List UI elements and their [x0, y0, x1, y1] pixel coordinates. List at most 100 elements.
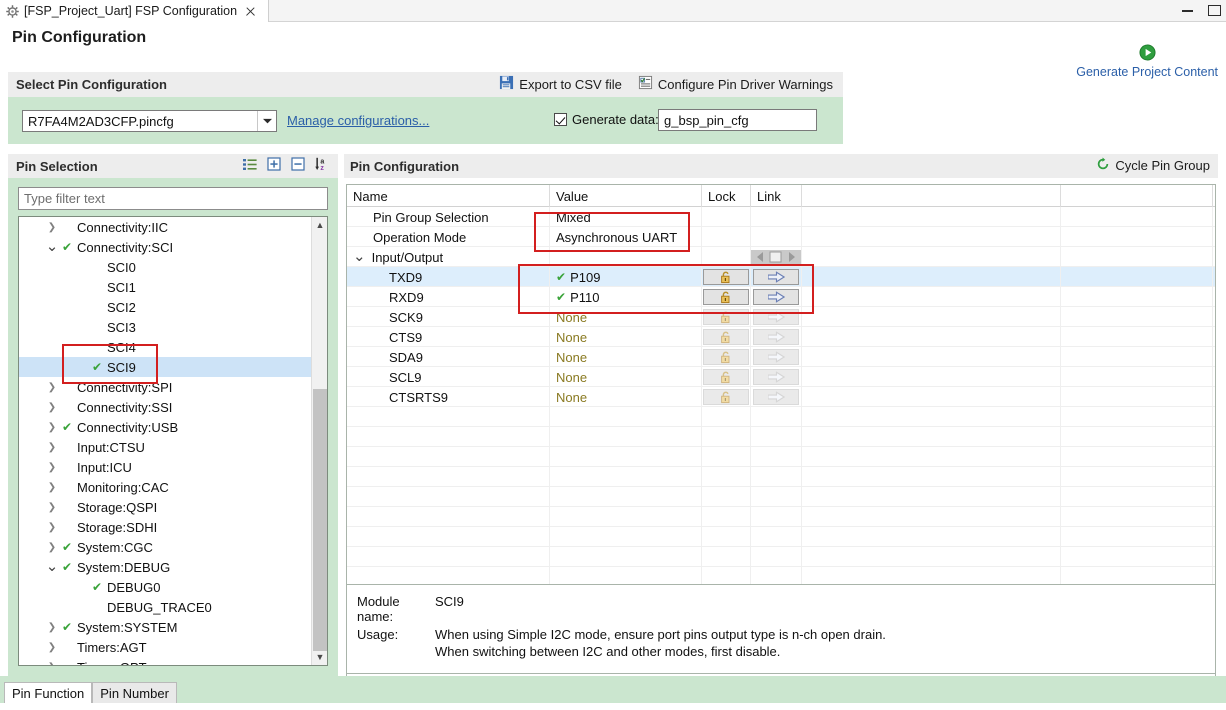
row-value-cell[interactable] — [550, 247, 702, 267]
generate-data-checkbox[interactable] — [554, 113, 567, 126]
chevron-right-icon[interactable]: ❯ — [45, 422, 59, 433]
tree-item-storage-sdhi[interactable]: ❯ Storage:SDHI — [19, 517, 311, 537]
table-row[interactable]: RXD9 ✔ P110 — [347, 287, 1215, 307]
editor-tab-fsp-configuration[interactable]: [FSP_Project_Uart] FSP Configuration — [0, 0, 269, 22]
tree-item-sci2[interactable]: SCI2 — [19, 297, 311, 317]
tree-item-sci0[interactable]: SCI0 — [19, 257, 311, 277]
column-header-link[interactable]: Link — [751, 185, 802, 207]
row-value-cell[interactable]: None — [550, 327, 702, 347]
row-lock-cell[interactable] — [702, 207, 751, 227]
row-lock-cell[interactable] — [702, 267, 751, 287]
tree-item-system-cgc[interactable]: ❯ ✔ System:CGC — [19, 537, 311, 557]
row-link-cell[interactable] — [751, 287, 802, 307]
tree-item-connectivity-sci[interactable]: ⌄ ✔ Connectivity:SCI — [19, 237, 311, 257]
column-header-blank-4[interactable] — [802, 185, 1061, 207]
tree-item-timers-agt[interactable]: ❯ Timers:AGT — [19, 637, 311, 657]
cycle-pin-group-button[interactable]: Cycle Pin Group — [1096, 157, 1210, 174]
row-lock-cell[interactable] — [702, 327, 751, 347]
chevron-right-icon[interactable]: ❯ — [45, 502, 59, 513]
tree-vertical-scrollbar[interactable]: ▲ ▼ — [311, 217, 327, 665]
bottom-tab-pin-function[interactable]: Pin Function — [4, 682, 93, 703]
column-header-value[interactable]: Value — [550, 185, 702, 207]
link-button[interactable] — [753, 269, 799, 285]
row-lock-cell[interactable] — [702, 367, 751, 387]
tree-item-connectivity-usb[interactable]: ❯ ✔ Connectivity:USB — [19, 417, 311, 437]
chevron-right-icon[interactable]: ❯ — [45, 222, 59, 233]
tree-item-input-ctsu[interactable]: ❯ Input:CTSU — [19, 437, 311, 457]
row-value-cell[interactable]: Asynchronous UART — [550, 227, 702, 247]
generate-project-content-button[interactable]: Generate Project Content — [1076, 44, 1218, 79]
row-value-cell[interactable]: ✔ P110 — [550, 287, 702, 307]
row-value-cell[interactable]: ✔ P109 — [550, 267, 702, 287]
table-row[interactable]: SCL9 None — [347, 367, 1215, 387]
tree-item-system-system[interactable]: ❯ ✔ System:SYSTEM — [19, 617, 311, 637]
table-row[interactable]: Operation Mode Asynchronous UART — [347, 227, 1215, 247]
row-lock-cell[interactable] — [702, 387, 751, 407]
row-link-cell[interactable] — [751, 387, 802, 407]
row-value-cell[interactable]: None — [550, 347, 702, 367]
table-row[interactable]: SCK9 None — [347, 307, 1215, 327]
row-lock-cell[interactable] — [702, 347, 751, 367]
row-lock-cell[interactable] — [702, 227, 751, 247]
row-link-cell[interactable] — [751, 307, 802, 327]
chevron-right-icon[interactable]: ❯ — [45, 642, 59, 653]
tree-item-sci4[interactable]: SCI4 — [19, 337, 311, 357]
chevron-right-icon[interactable]: ❯ — [45, 382, 59, 393]
maximize-icon[interactable] — [1207, 3, 1221, 16]
pincfg-select[interactable]: R7FA4M2AD3CFP.pincfg — [22, 110, 277, 132]
table-row[interactable]: CTS9 None — [347, 327, 1215, 347]
table-row[interactable]: TXD9 ✔ P109 — [347, 267, 1215, 287]
row-lock-cell[interactable] — [702, 287, 751, 307]
scroll-up-icon[interactable]: ▲ — [312, 217, 327, 233]
row-link-cell[interactable] — [751, 327, 802, 347]
row-link-cell[interactable] — [751, 247, 802, 267]
row-link-cell[interactable] — [751, 267, 802, 287]
row-value-cell[interactable]: None — [550, 387, 702, 407]
show-list-icon[interactable] — [243, 158, 257, 174]
tree-item-debug0[interactable]: ✔ DEBUG0 — [19, 577, 311, 597]
row-link-cell[interactable] — [751, 207, 802, 227]
column-header-lock[interactable]: Lock — [702, 185, 751, 207]
row-link-cell[interactable] — [751, 347, 802, 367]
tree-item-input-icu[interactable]: ❯ Input:ICU — [19, 457, 311, 477]
scroll-down-icon[interactable]: ▼ — [312, 649, 327, 665]
chevron-right-icon[interactable]: ❯ — [45, 442, 59, 453]
table-row[interactable]: SDA9 None — [347, 347, 1215, 367]
generate-data-input[interactable]: g_bsp_pin_cfg — [658, 109, 817, 131]
chevron-down-icon[interactable]: ⌄ — [353, 249, 366, 264]
lock-button[interactable] — [703, 269, 749, 285]
chevron-down-icon[interactable] — [257, 111, 276, 131]
expand-all-icon[interactable] — [267, 157, 281, 174]
row-value-cell[interactable]: Mixed — [550, 207, 702, 227]
generate-data-checkbox-group[interactable]: Generate data: — [554, 112, 659, 127]
tree-item-connectivity-spi[interactable]: ❯ Connectivity:SPI — [19, 377, 311, 397]
tree-item-sci9[interactable]: ✔ SCI9 — [19, 357, 311, 377]
row-link-cell[interactable] — [751, 227, 802, 247]
close-icon[interactable] — [244, 5, 257, 18]
tree-item-connectivity-iic[interactable]: ❯ Connectivity:IIC — [19, 217, 311, 237]
bottom-tab-pin-number[interactable]: Pin Number — [92, 682, 177, 703]
tree-item-system-debug[interactable]: ⌄ ✔ System:DEBUG — [19, 557, 311, 577]
chevron-down-icon[interactable]: ⌄ — [45, 239, 59, 254]
link-button[interactable] — [753, 289, 799, 305]
chevron-down-icon[interactable]: ⌄ — [45, 559, 59, 574]
filter-input[interactable]: Type filter text — [18, 187, 328, 210]
chevron-right-icon[interactable]: ❯ — [45, 482, 59, 493]
link-nav-widget[interactable] — [751, 249, 801, 265]
chevron-right-icon[interactable]: ❯ — [45, 402, 59, 413]
tree-item-storage-qspi[interactable]: ❯ Storage:QSPI — [19, 497, 311, 517]
chevron-right-icon[interactable]: ❯ — [45, 662, 59, 666]
row-value-cell[interactable]: None — [550, 367, 702, 387]
chevron-right-icon[interactable]: ❯ — [45, 622, 59, 633]
table-row[interactable]: Pin Group Selection Mixed — [347, 207, 1215, 227]
export-to-csv-button[interactable]: Export to CSV file — [499, 75, 622, 93]
row-lock-cell[interactable] — [702, 247, 751, 267]
tree-item-debug-trace0[interactable]: DEBUG_TRACE0 — [19, 597, 311, 617]
pin-selection-tree[interactable]: ❯ Connectivity:IIC ⌄ ✔ Connectivity:SCI SCI0 S… — [18, 216, 328, 666]
tree-item-connectivity-ssi[interactable]: ❯ Connectivity:SSI — [19, 397, 311, 417]
minimize-icon[interactable] — [1181, 3, 1194, 16]
sort-alphabetical-icon[interactable]: a z — [315, 157, 331, 174]
table-row[interactable]: CTSRTS9 None — [347, 387, 1215, 407]
row-value-cell[interactable]: None — [550, 307, 702, 327]
row-lock-cell[interactable] — [702, 307, 751, 327]
